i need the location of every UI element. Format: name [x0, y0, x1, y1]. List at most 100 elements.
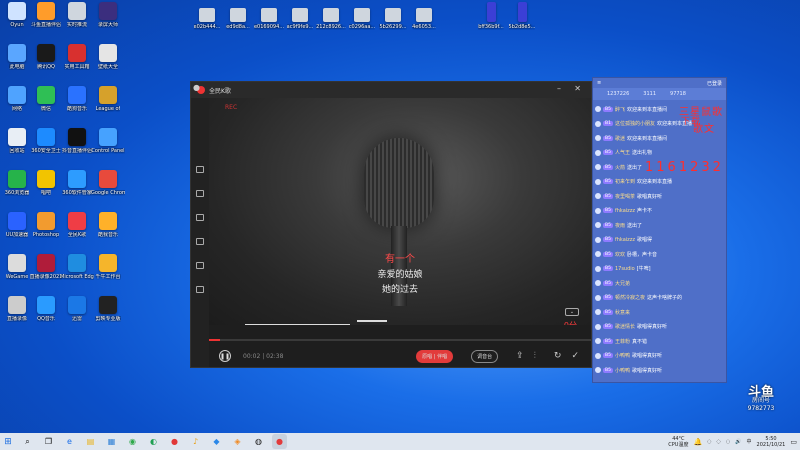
desktop-icon[interactable]: 360安全卫士 [31, 128, 61, 154]
tray-icon[interactable]: ◌ [707, 439, 711, 445]
chat-message[interactable]: B5 醉飞 欢迎来到本直播间 [595, 104, 667, 114]
store-icon[interactable]: ▦ [104, 434, 119, 449]
sidebar-music-icon[interactable] [196, 286, 204, 293]
collapse-chevron-icon[interactable]: ⌄ [565, 308, 579, 316]
chat-nickname[interactable]: 王菲粉 [615, 338, 630, 345]
live-chat-panel[interactable]: ≡ 已登录 1237226 3111 97718 B5 醉飞 欢迎来到本直播间 B1 这… [592, 77, 727, 383]
chat-message[interactable]: B5 欢欢 卧槽，声卡音 [595, 249, 657, 259]
360-browser-icon[interactable]: ◐ [146, 434, 161, 449]
chat-message[interactable]: B5 大兄弟 [595, 278, 632, 288]
sidebar-camera-icon[interactable] [196, 214, 204, 221]
desktop-icon[interactable]: 此电脑 [2, 44, 32, 70]
chat-message[interactable]: B5 17sudio [牛啤] [595, 264, 651, 274]
chat-message[interactable]: B5 火箭 送出了 [595, 162, 642, 172]
panel-menu-icon[interactable]: ≡ [597, 80, 601, 86]
desktop-file[interactable]: bff36b9f... [476, 2, 506, 30]
desktop-icon[interactable]: 直播录像2021 [30, 254, 62, 280]
chat-nickname[interactable]: 歌迷 [615, 135, 625, 142]
desktop-icon[interactable]: WeGame [2, 254, 32, 280]
tray-icon[interactable]: ◌ [717, 439, 721, 445]
desktop-icon[interactable]: 网络 [2, 86, 32, 112]
desktop-icon[interactable]: 录屏大师 [93, 2, 123, 28]
sidebar-screen-icon[interactable] [196, 238, 204, 245]
chat-message[interactable]: B5 fhkaizzz 声卡不 [595, 206, 652, 216]
chat-nickname[interactable]: 人气王 [615, 149, 630, 156]
equalizer-icon[interactable]: ⫶ [534, 351, 536, 361]
chat-message[interactable]: B5 初来乍到 欢迎来到本直播 [595, 177, 672, 187]
douyu-taskbar-icon[interactable]: ◈ [230, 434, 245, 449]
chat-message[interactable]: B5 王菲粉 真不错 [595, 336, 647, 346]
start-button[interactable]: ⊞ [0, 433, 16, 450]
chat-nickname[interactable]: 夜里喝茶 [615, 193, 635, 200]
desktop-icon[interactable]: 回收站 [2, 128, 32, 154]
desktop-icon[interactable]: 迅雷 [62, 296, 92, 322]
chat-nickname[interactable]: 大兄弟 [615, 280, 630, 287]
chat-message[interactable]: B5 小鸭鸭 歌唱得真好听 [595, 365, 662, 375]
edge-icon[interactable]: e [62, 434, 77, 449]
desktop-icon[interactable]: 酷我音乐 [93, 212, 123, 238]
sidebar-phone-icon[interactable] [196, 166, 204, 173]
chat-nickname[interactable]: fhkaizzz [615, 208, 635, 214]
desktop-icon[interactable]: 微信 [31, 86, 61, 112]
language-indicator[interactable]: 中 [747, 438, 752, 445]
active-app-icon[interactable]: ● [272, 434, 287, 449]
desktop-icon[interactable]: 腾讯QQ [31, 44, 61, 70]
desktop-icon[interactable]: 抖音直播伴侣 [62, 128, 92, 154]
chat-nickname[interactable]: 夜雨 [615, 222, 625, 229]
title-bar[interactable]: 全民K歌 [191, 82, 591, 98]
chat-message[interactable]: B5 小鸭鸭 歌唱得真好听 [595, 351, 662, 361]
desktop-icon[interactable]: Google Chrome [91, 170, 125, 196]
sidebar-copy-icon[interactable] [196, 190, 204, 197]
volume-icon[interactable]: 🔊 [735, 439, 741, 445]
task-view-icon[interactable]: ❐ [41, 434, 56, 449]
desktop-icon[interactable]: 唱吧 [31, 170, 61, 196]
desktop-icon[interactable]: 360软件管家 [62, 170, 92, 196]
desktop-icon[interactable]: Oyun [2, 2, 32, 28]
desktop-icon[interactable]: 实时推流 [62, 2, 92, 28]
desktop-icon[interactable]: 剪映专业版 [93, 296, 123, 322]
search-icon[interactable]: ⌕ [20, 434, 35, 449]
notification-icon[interactable]: ▭ [790, 438, 797, 446]
desktop-file[interactable]: 5b2d8e5... [507, 2, 537, 30]
chat-nickname[interactable]: 这位孤独的小朋友 [615, 120, 655, 127]
minimize-button[interactable]: – [557, 85, 561, 93]
desktop-file[interactable]: 5b26299... [378, 8, 408, 30]
sidebar-gallery-icon[interactable] [196, 262, 204, 269]
tray-icon[interactable]: ◌ [726, 439, 730, 445]
desktop-icon[interactable]: League of [93, 86, 123, 112]
login-status[interactable]: 已登录 [707, 80, 722, 87]
chat-message[interactable]: B5 人气王 送出礼物 [595, 148, 652, 158]
desktop-icon[interactable]: 实用工具箱 [62, 44, 92, 70]
close-button[interactable]: ✕ [574, 85, 581, 93]
desktop-file[interactable]: e0169094... [254, 8, 284, 30]
clock[interactable]: 5:50 2021/10/21 [757, 436, 786, 448]
desktop-file[interactable]: ac9f9fe9... [285, 8, 315, 30]
chat-nickname[interactable]: fhkaizzz [615, 237, 635, 243]
desktop-file[interactable]: 4e6053... [409, 8, 439, 30]
chat-nickname[interactable]: 顿然冷寂之夜 [615, 294, 645, 301]
desktop-file[interactable]: ed9d8a... [223, 8, 253, 30]
music-icon[interactable]: ♪ [188, 434, 203, 449]
desktop-file[interactable]: c0296aa... [347, 8, 377, 30]
mixer-button[interactable]: 调音台 [471, 349, 499, 363]
chat-message[interactable]: B1 这位孤独的小朋友 欢迎来到本直播 [595, 119, 692, 129]
original-vocal-toggle[interactable]: 原唱 | 伴唱 [416, 349, 454, 363]
chat-message[interactable]: B5 秋意来 [595, 307, 632, 317]
karaoke-taskbar-icon[interactable]: ● [167, 434, 182, 449]
desktop-icon[interactable]: 直播录像 [2, 296, 32, 322]
chat-nickname[interactable]: 17sudio [615, 266, 635, 272]
chat-nickname[interactable]: 初来乍到 [615, 178, 635, 185]
qq-icon[interactable]: ◆ [209, 434, 224, 449]
desktop-icon[interactable]: 全民K歌 [62, 212, 92, 238]
desktop-icon[interactable]: Photoshop [31, 212, 61, 238]
chat-message[interactable]: B5 歌迷 欢迎来到本直播间 [595, 133, 667, 143]
chat-nickname[interactable]: 醉飞 [615, 106, 625, 113]
pause-button[interactable]: ❚❚ [219, 350, 231, 362]
chat-nickname[interactable]: 小鸭鸭 [615, 367, 630, 374]
song-progress[interactable] [209, 339, 591, 341]
desktop-icon[interactable]: UU加速器 [2, 212, 32, 238]
loop-icon[interactable]: ↻ [554, 351, 562, 361]
cpu-temp[interactable]: 44°C CPU温度 [668, 436, 688, 448]
desktop-icon[interactable]: 酷狗音乐 [62, 86, 92, 112]
chat-message[interactable]: B5 歌迷情长 歌唱得真好听 [595, 322, 667, 332]
